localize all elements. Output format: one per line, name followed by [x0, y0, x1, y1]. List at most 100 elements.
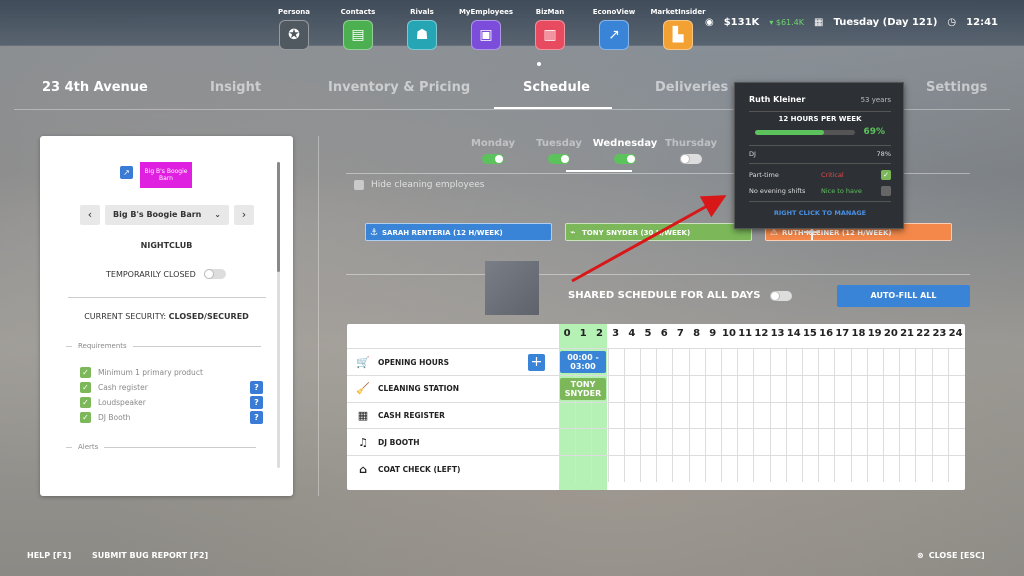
close-icon: ⊗	[917, 551, 924, 560]
app-myemployees[interactable]: MyEmployees ▣	[454, 8, 518, 50]
right-click-manage-hint: RIGHT CLICK TO MANAGE	[773, 209, 867, 217]
people-icon[interactable]: ☗	[407, 20, 437, 50]
money-icon: ◉	[704, 17, 714, 28]
dj-icon: ♫	[358, 435, 368, 449]
divider	[749, 163, 891, 164]
employee-name: Ruth Kleiner	[749, 95, 806, 104]
help-icon[interactable]: ?	[250, 396, 263, 409]
app-persona[interactable]: Persona ✪	[262, 8, 326, 50]
help-icon[interactable]: ?	[250, 411, 263, 424]
hour-cells[interactable]	[559, 375, 959, 402]
tab-schedule[interactable]: Schedule	[523, 80, 590, 95]
app-rivals[interactable]: Rivals ☗	[390, 8, 454, 50]
hour-label: 6	[660, 328, 668, 339]
app-marketinsider[interactable]: MarketInsider ▙	[646, 8, 710, 50]
app-econoview[interactable]: EconoView ↗	[582, 8, 646, 50]
hour-cells[interactable]	[559, 402, 959, 429]
row-label-text: DJ BOOTH	[378, 437, 420, 447]
status-area: ◉ $131K ▾ $61.4K ▦ Tuesday (Day 121) ◷ 1…	[705, 17, 998, 28]
cleaning-shift-slot[interactable]: TONY SNYDER	[560, 378, 606, 400]
tab-settings[interactable]: Settings	[926, 80, 987, 95]
requirement-item: ✓ Cash register	[80, 382, 148, 393]
day-toggle[interactable]	[680, 154, 702, 164]
close-label: CLOSE [ESC]	[928, 551, 985, 560]
requirement-item: ✓ Minimum 1 primary product	[80, 367, 203, 378]
day-toggle[interactable]	[614, 154, 636, 164]
persona-icon[interactable]: ✪	[279, 20, 309, 50]
day-label: Monday	[470, 138, 516, 149]
chart-icon[interactable]: ↗	[120, 166, 133, 179]
day-tuesday[interactable]: Tuesday	[526, 138, 592, 167]
prev-business-button[interactable]: ‹	[80, 205, 100, 225]
part-time-label: Part-time	[749, 171, 779, 179]
app-contacts[interactable]: Contacts ▤	[326, 8, 390, 50]
day-toggle[interactable]	[548, 154, 570, 164]
app-label: Persona	[277, 8, 310, 16]
chart-icon[interactable]: ↗	[599, 20, 629, 50]
hour-cells[interactable]	[559, 349, 959, 375]
store-icon[interactable]: ▥	[535, 20, 565, 50]
close-button[interactable]: ⊗ CLOSE [ESC]	[917, 551, 985, 560]
hour-label: 7	[676, 328, 684, 339]
add-opening-hours-button[interactable]: +	[528, 354, 545, 371]
hide-cleaning-row[interactable]: Hide cleaning employees	[354, 180, 484, 190]
employee-chip[interactable]: ⌁ TONY SNYDER (30 H/WEEK)	[565, 223, 752, 241]
temporarily-closed-toggle[interactable]	[203, 269, 226, 279]
day-thursday[interactable]: Thursday	[658, 138, 724, 167]
vertical-divider	[318, 136, 319, 496]
row-label-text: CLEANING STATION	[378, 384, 460, 394]
help-icon[interactable]: ?	[250, 381, 263, 394]
skill-label: DJ	[749, 150, 756, 158]
divider	[346, 274, 970, 275]
hour-label: 12	[754, 328, 769, 339]
day-monday[interactable]: Monday	[460, 138, 526, 167]
building-icon[interactable]: ▙	[663, 20, 693, 50]
check-icon: ✓	[80, 397, 91, 408]
requirement-label: Loudspeaker	[98, 398, 146, 407]
hour-cells[interactable]	[559, 429, 959, 456]
day-wednesday[interactable]: Wednesday	[592, 138, 658, 167]
next-business-button[interactable]: ›	[234, 205, 254, 225]
day-label: Thursday	[664, 138, 718, 149]
date-value: Tuesday (Day 121)	[833, 17, 938, 28]
card-scrollbar[interactable]	[277, 162, 280, 468]
part-time-row: Part-time Critical ✓	[749, 170, 891, 180]
security-label: CURRENT SECURITY:	[84, 312, 167, 321]
shared-schedule-toggle[interactable]	[770, 290, 793, 301]
tab-deliveries[interactable]: Deliveries	[655, 80, 728, 95]
hour-label: 11	[738, 328, 753, 339]
opening-hours-slot[interactable]: 00:00 - 03:00	[560, 351, 606, 373]
requirement-item: ✓ DJ Booth	[80, 412, 130, 423]
employee-portrait	[485, 261, 539, 315]
hour-cells[interactable]	[559, 456, 959, 483]
employee-chip[interactable]: ⚓ SARAH RENTERIA (12 H/WEEK)	[365, 223, 552, 241]
chat-icon[interactable]: ▤	[343, 20, 373, 50]
app-bizman[interactable]: BizMan ▥	[518, 8, 582, 50]
business-selector: ‹ Big B's Boogie Barn ⌄ ›	[80, 205, 254, 225]
business-type: NIGHTCLUB	[140, 241, 193, 250]
hide-cleaning-checkbox[interactable]	[354, 180, 364, 190]
auto-fill-all-button[interactable]: AUTO-FILL ALL	[837, 285, 970, 307]
hour-label: 10	[722, 328, 736, 339]
submit-bug-report-button[interactable]: SUBMIT BUG REPORT [F2]	[92, 551, 208, 560]
hour-label: 8	[693, 328, 701, 339]
help-button[interactable]: HELP [F1]	[27, 551, 71, 560]
row-label-text: CASH REGISTER	[378, 411, 445, 421]
business-select[interactable]: Big B's Boogie Barn ⌄	[105, 205, 229, 225]
divider	[749, 111, 891, 112]
tab-address[interactable]: 23 4th Avenue	[42, 80, 148, 95]
requirement-label: Cash register	[98, 383, 148, 392]
hanger-icon: ⌂	[359, 462, 367, 476]
row-label-text: OPENING HOURS	[378, 357, 450, 367]
business-card: ↗ Big B's Boogie Barn ‹ Big B's Boogie B…	[40, 136, 293, 496]
app-label: MarketInsider	[650, 8, 706, 16]
hour-label: 3	[612, 328, 620, 339]
employee-chip-label: RUTH KLEINER (12 H/WEEK)	[782, 229, 892, 237]
temporarily-closed-row: TEMPORARILY CLOSED	[106, 269, 226, 279]
badge-icon[interactable]: ▣	[471, 20, 501, 50]
day-toggle[interactable]	[482, 154, 504, 164]
clock-icon: ◷	[947, 17, 957, 28]
tab-insight[interactable]: Insight	[210, 80, 261, 95]
tab-inventory-pricing[interactable]: Inventory & Pricing	[328, 80, 470, 95]
hour-label: 16	[819, 328, 834, 339]
